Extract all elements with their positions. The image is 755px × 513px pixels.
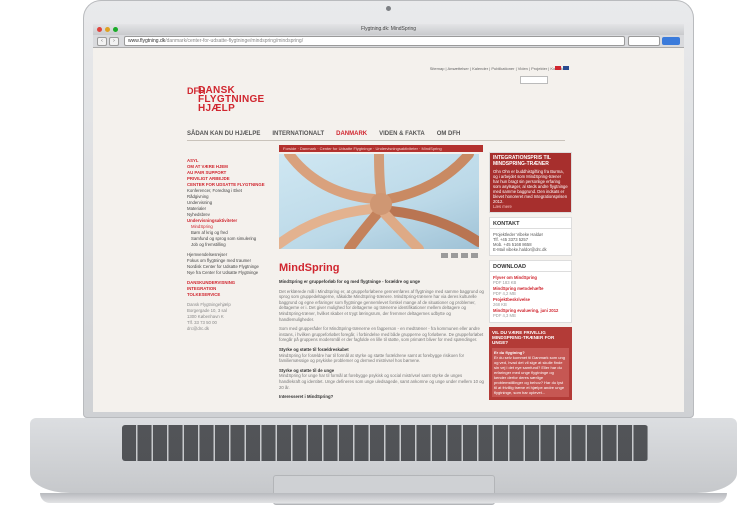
page-title: MindSpring	[279, 262, 340, 274]
nav-item-om-dfh[interactable]: OM DFH	[437, 131, 461, 137]
web-page: Sitemap | Ansættelser | Kalender | Publi…	[93, 48, 684, 412]
download-title: DOWNLOAD	[490, 261, 571, 273]
back-button[interactable]: ‹	[97, 36, 107, 46]
language-flags	[555, 66, 569, 70]
share-icons	[441, 253, 478, 258]
window-title: Flygtning.dk: MindSpring	[360, 26, 417, 32]
print-icon[interactable]	[441, 253, 448, 258]
utility-links[interactable]: Sitemap | Ansættelser | Kalender | Publi…	[430, 66, 564, 71]
article-paragraph: MindSpring for forældre har til formål a…	[279, 352, 465, 364]
download-meta: PDF 183 KB	[493, 280, 517, 286]
promo-title: INTEGRATIONSPRIS TIL MINDSPRING-TRÆNER	[493, 155, 551, 167]
email-icon[interactable]	[451, 253, 458, 258]
volunteer-box: VIL DU VÆRE FRIVILLIG MINDSPRING-TRÆNER …	[489, 327, 572, 401]
breadcrumb[interactable]: Forside · Danmark · Center for Udsatte F…	[279, 145, 483, 152]
laptop-base	[30, 418, 737, 510]
main-nav: SÅDAN KAN DU HJÆLPE INTERNATIONALT DANMA…	[187, 131, 460, 137]
right-sidebar: INTEGRATIONSPRIS TIL MINDSPRING-TRÆNER O…	[489, 152, 572, 401]
nav-item-international[interactable]: INTERNATIONALT	[272, 131, 324, 137]
download-meta: PDF 4,2 MB	[493, 291, 516, 297]
promo-box: INTEGRATIONSPRIS TIL MINDSPRING-TRÆNER O…	[489, 152, 572, 214]
logo-text: DANSK FLYGTNINGE HJÆLP	[198, 86, 265, 114]
article-paragraph: MindSpring for unge har til formål at fo…	[279, 373, 484, 390]
url-path: /danmark/center-for-udsatte-flygtninge/m…	[165, 38, 304, 44]
article: MindSpring MindSpring er gruppeforløb fo…	[279, 262, 484, 400]
browser-titlebar: Flygtning.dk: MindSpring	[93, 24, 684, 35]
search-field[interactable]	[628, 36, 660, 46]
promo-body: Ohn Ohn er buddhistgifting fra Burma, og…	[493, 169, 568, 205]
laptop-screen: Flygtning.dk: MindSpring ‹ › www.flygtni…	[93, 24, 684, 412]
address-line: drc@drc.dk	[187, 326, 210, 331]
hero-image-hands	[279, 154, 479, 249]
article-paragraph: Som med grupperåder for MindSpring-træne…	[279, 326, 484, 343]
logo-line-3: HJÆLP	[198, 103, 236, 114]
laptop-lid: Flygtning.dk: MindSpring ‹ › www.flygtni…	[83, 0, 694, 418]
minimize-window-button[interactable]	[105, 27, 110, 32]
contact-box: KONTAKT Projektleder Vibeke Haldør Tlf. …	[489, 217, 572, 257]
volunteer-body: Er du selv kommet til Danmark som ung og…	[494, 355, 565, 396]
hands-circle-image	[279, 154, 479, 249]
camera	[386, 6, 391, 11]
laptop-base-edge	[40, 493, 727, 503]
browser-toolbar: ‹ › www.flygtning.dk/danmark/center-for-…	[93, 35, 684, 48]
nav-item-viden[interactable]: VIDEN & FAKTA	[379, 131, 425, 137]
download-meta: 268 KB	[493, 302, 507, 308]
share-icon[interactable]	[461, 253, 468, 258]
site-search-input[interactable]	[520, 76, 548, 84]
nav-divider	[187, 140, 565, 141]
window-controls	[97, 27, 118, 32]
keyboard	[122, 425, 648, 461]
zoom-window-button[interactable]	[113, 27, 118, 32]
article-paragraph: Det erklærede mål i MindSpring er, at gr…	[279, 288, 484, 322]
sidebar-nav: ASYL OM AT VÆRE HJEM AU PAIR SUPPORT PRI…	[187, 158, 277, 332]
keyboard-deck	[30, 418, 737, 505]
search-engine-button[interactable]	[662, 37, 680, 45]
contact-email[interactable]: E-Mail vibeke.haldor@drc.dk	[493, 247, 568, 252]
volunteer-title: VIL DU VÆRE FRIVILLIG MINDSPRING-TRÆNER …	[492, 330, 555, 346]
download-meta: PDF 4,3 MB	[493, 313, 516, 319]
flag-dk-icon[interactable]	[555, 66, 561, 70]
promo-more-link[interactable]: Læs mere	[493, 204, 568, 209]
contact-title: KONTAKT	[490, 218, 571, 230]
font-size-icon[interactable]	[471, 253, 478, 258]
forward-button[interactable]: ›	[109, 36, 119, 46]
close-window-button[interactable]	[97, 27, 102, 32]
logo-mark: DFH	[187, 86, 206, 96]
address-bar[interactable]: www.flygtning.dk/danmark/center-for-udsa…	[124, 36, 625, 46]
download-box: DOWNLOAD Flyver om MindSpring PDF 183 KB…	[489, 260, 572, 324]
section-heading: Interesseret i MindSpring?	[279, 394, 334, 400]
nav-item-danmark[interactable]: DANMARK	[336, 131, 367, 137]
flag-uk-icon[interactable]	[563, 66, 569, 70]
article-lead: MindSpring er gruppeforløb for og med fl…	[279, 279, 421, 284]
nav-item-help[interactable]: SÅDAN KAN DU HJÆLPE	[187, 131, 260, 137]
url-domain: www.flygtning.dk	[128, 38, 166, 44]
